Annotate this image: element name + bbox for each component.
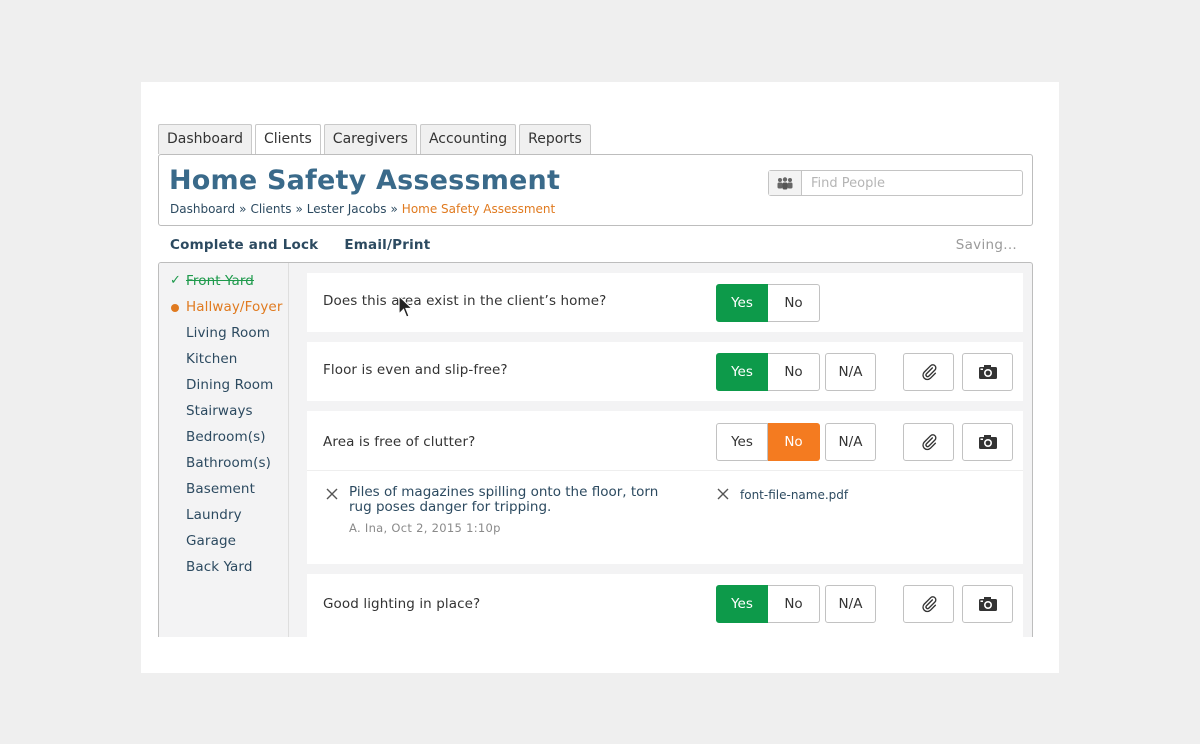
question-card: Floor is even and slip-free? Yes No N/A [307, 342, 1023, 401]
camera-icon [978, 597, 997, 611]
question-text: Area is free of clutter? [323, 434, 476, 450]
main-tabs: Dashboard Clients Caregivers Accounting … [158, 124, 591, 155]
sidebar-item-back-yard[interactable]: Back Yard [186, 559, 253, 575]
question-text: Does this area exist in the client’s hom… [323, 293, 607, 309]
divider [307, 470, 1023, 471]
sidebar-item-stairways[interactable]: Stairways [186, 403, 253, 419]
breadcrumb-separator: » [390, 202, 398, 216]
attachment-link[interactable]: font-file-name.pdf [740, 488, 848, 502]
na-button[interactable]: N/A [825, 585, 876, 623]
breadcrumb-separator: » [295, 202, 303, 216]
sidebar-item-garage[interactable]: Garage [186, 533, 236, 549]
area-sidebar: ✓ Front Yard Hallway/Foyer Living Room K… [159, 263, 289, 637]
yes-button[interactable]: Yes [716, 284, 768, 322]
note-meta: A. Ina, Oct 2, 2015 1:10p [349, 521, 501, 535]
sidebar-item-label: Hallway/Foyer [186, 299, 283, 315]
tab-accounting[interactable]: Accounting [419, 124, 517, 154]
mouse-cursor-icon [398, 295, 414, 318]
camera-icon [978, 365, 997, 379]
tab-caregivers[interactable]: Caregivers [323, 124, 417, 154]
sidebar-item-front-yard[interactable]: ✓ Front Yard [170, 273, 254, 289]
yes-button[interactable]: Yes [716, 353, 768, 391]
breadcrumb-clients[interactable]: Clients [250, 202, 291, 216]
checkmark-icon: ✓ [170, 273, 181, 288]
question-card: Good lighting in place? Yes No N/A [307, 574, 1023, 637]
paperclip-icon [921, 364, 936, 381]
attach-button[interactable] [903, 423, 954, 461]
camera-icon [978, 435, 997, 449]
sidebar-item-kitchen[interactable]: Kitchen [186, 351, 237, 367]
no-button[interactable]: No [768, 585, 820, 623]
breadcrumb-current: Home Safety Assessment [401, 202, 556, 216]
photo-button[interactable] [962, 585, 1013, 623]
na-button[interactable]: N/A [825, 353, 876, 391]
sidebar-item-laundry[interactable]: Laundry [186, 507, 242, 523]
question-card: Area is free of clutter? Yes No N/A Pile… [307, 411, 1023, 564]
sidebar-item-dining-room[interactable]: Dining Room [186, 377, 273, 393]
app-card: Dashboard Clients Caregivers Accounting … [141, 82, 1059, 673]
na-button[interactable]: N/A [825, 423, 876, 461]
sidebar-item-bathrooms[interactable]: Bathroom(s) [186, 455, 271, 471]
no-button[interactable]: No [768, 284, 820, 322]
close-icon[interactable] [325, 487, 339, 501]
tab-dashboard[interactable]: Dashboard [158, 124, 252, 154]
find-people-search [768, 170, 1023, 196]
photo-button[interactable] [962, 423, 1013, 461]
sidebar-item-bedrooms[interactable]: Bedroom(s) [186, 429, 266, 445]
breadcrumb-client[interactable]: Lester Jacobs [307, 202, 387, 216]
breadcrumb-separator: » [239, 202, 247, 216]
note-text: Piles of magazines spilling onto the flo… [349, 484, 659, 515]
sidebar-item-basement[interactable]: Basement [186, 481, 255, 497]
breadcrumb-dashboard[interactable]: Dashboard [170, 202, 235, 216]
tab-reports[interactable]: Reports [519, 124, 591, 154]
breadcrumb: Dashboard» Clients» Lester Jacobs» Home Saf… [170, 202, 555, 216]
sidebar-item-label: Front Yard [186, 273, 254, 289]
paperclip-icon [921, 596, 936, 613]
yes-button[interactable]: Yes [716, 585, 768, 623]
question-text: Good lighting in place? [323, 596, 481, 612]
attach-button[interactable] [903, 353, 954, 391]
complete-and-lock-button[interactable]: Complete and Lock [170, 237, 318, 253]
yes-no-toggle: Yes No [716, 353, 820, 391]
question-text: Floor is even and slip-free? [323, 362, 508, 378]
yes-no-toggle: Yes No [716, 284, 820, 322]
page-title: Home Safety Assessment [169, 165, 561, 196]
no-button[interactable]: No [768, 423, 820, 461]
people-icon[interactable] [769, 171, 802, 195]
search-input[interactable] [802, 171, 1022, 195]
page-header: Home Safety Assessment Dashboard» Clients… [158, 154, 1033, 226]
current-dot-icon [171, 304, 179, 312]
sidebar-item-living-room[interactable]: Living Room [186, 325, 270, 341]
sidebar-item-hallway-foyer[interactable]: Hallway/Foyer [171, 299, 283, 315]
question-card: Does this area exist in the client’s hom… [307, 273, 1023, 332]
close-icon[interactable] [716, 487, 730, 501]
assessment-panel: ✓ Front Yard Hallway/Foyer Living Room K… [158, 262, 1033, 637]
action-bar: Complete and Lock Email/Print [170, 237, 430, 253]
attach-button[interactable] [903, 585, 954, 623]
no-button[interactable]: No [768, 353, 820, 391]
saving-status: Saving... [955, 237, 1017, 253]
yes-no-toggle: Yes No [716, 423, 820, 461]
photo-button[interactable] [962, 353, 1013, 391]
paperclip-icon [921, 434, 936, 451]
yes-no-toggle: Yes No [716, 585, 820, 623]
yes-button[interactable]: Yes [716, 423, 768, 461]
email-print-button[interactable]: Email/Print [344, 237, 430, 253]
tab-clients[interactable]: Clients [254, 124, 321, 155]
